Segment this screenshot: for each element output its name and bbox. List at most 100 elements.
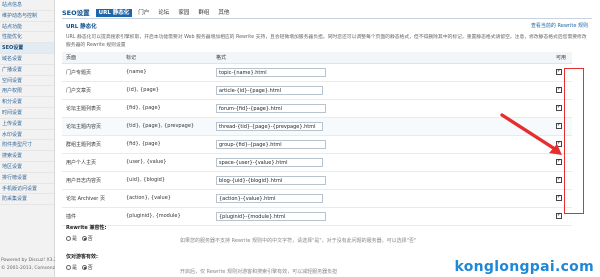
row-page: 用户日志内容页 bbox=[62, 171, 122, 190]
sidebar-item[interactable]: 水印设置 bbox=[0, 130, 54, 141]
table-row: 用户个人主页 {user}, {value} space-{user}-{value… bbox=[62, 153, 572, 172]
sidebar-item[interactable]: 搜索设置 bbox=[0, 151, 54, 162]
row-format-cell: {action}-{value}.html bbox=[212, 189, 552, 208]
format-input[interactable]: blog-{uid}-{blogid}.html bbox=[216, 175, 326, 185]
sidebar-item[interactable]: 维护动态与控制 bbox=[0, 11, 54, 22]
enable-checkbox[interactable] bbox=[556, 176, 562, 183]
sidebar-item[interactable]: 上传设置 bbox=[0, 119, 54, 130]
compat-yes-radio[interactable] bbox=[66, 236, 71, 241]
enable-checkbox[interactable] bbox=[556, 212, 562, 219]
guest-only-options: 是 否 bbox=[66, 264, 98, 271]
row-mark: {uid}, {blogid} bbox=[122, 171, 212, 190]
compat-yes-label: 是 bbox=[72, 236, 78, 242]
compat-no-radio[interactable] bbox=[81, 236, 87, 241]
notice-text: URL 静态化可以提高搜索引擎抓取，开启本功能需要对 Web 服务器增加相应的 … bbox=[66, 35, 587, 48]
row-mark: {tid}, {page}, {prevpage} bbox=[122, 117, 212, 136]
row-page: 论坛 Archiver 页 bbox=[62, 189, 122, 208]
guest-only-label: 仅对游客有效: bbox=[66, 254, 99, 260]
row-format-cell: topic-{name}.html bbox=[212, 63, 552, 82]
footer-powered-by: Powered by Discuz! X3.2 bbox=[1, 258, 55, 263]
sidebar-item[interactable]: 积分设置 bbox=[0, 97, 54, 108]
topbar: SEO设置 URL 静态化 门户 论坛 家园 群组 其他 bbox=[62, 5, 592, 19]
sidebar-item[interactable]: 时间设置 bbox=[0, 108, 54, 119]
table-header-row: 页面 标记 格式 可用 bbox=[62, 52, 572, 64]
format-input[interactable]: article-{id}-{page}.html bbox=[216, 85, 323, 95]
row-mark: {action}, {value} bbox=[122, 189, 212, 208]
col-header-page: 页面 bbox=[62, 52, 122, 64]
view-rewrite-rules-link[interactable]: 查看当前的 Rewrite 规则 bbox=[531, 22, 588, 29]
tab-1[interactable]: 门户 bbox=[135, 9, 152, 17]
sidebar-item[interactable]: 附件类型尺寸 bbox=[0, 140, 54, 152]
sidebar-item[interactable]: 域名设置 bbox=[0, 54, 54, 65]
tab-2[interactable]: 论坛 bbox=[155, 9, 172, 17]
sidebar-item[interactable]: 用户权限 bbox=[0, 86, 54, 98]
sidebar-item[interactable]: 排行榜设置 bbox=[0, 173, 54, 184]
rewrite-compat-section: Rewrite 兼容性: 是 否 bbox=[66, 224, 107, 242]
row-page: 群组主题列表页 bbox=[62, 135, 122, 154]
sidebar-item[interactable]: 广播设置 bbox=[0, 65, 54, 76]
tab-3[interactable]: 家园 bbox=[175, 9, 192, 17]
row-page: 论坛主题列表页 bbox=[62, 99, 122, 118]
guest-only-section: 仅对游客有效: 是 否 bbox=[66, 253, 98, 271]
rewrite-rules-table: 页面 标记 格式 可用 门户专题页 {name} topic-{name}.html… bbox=[62, 52, 572, 226]
format-input[interactable]: space-{user}-{value}.html bbox=[216, 157, 323, 167]
sidebar-item[interactable]: SEO设置 bbox=[0, 43, 54, 54]
row-mark: {pluginid}, {module} bbox=[122, 207, 212, 226]
sidebar-item[interactable]: 空间设置 bbox=[0, 76, 54, 87]
table-row: 群组主题列表页 {fid}, {page} group-{fid}-{page}.h… bbox=[62, 135, 572, 154]
table-row: 门户专题页 {name} topic-{name}.html bbox=[62, 63, 572, 82]
sidebar-item[interactable]: 防采集设置 bbox=[0, 194, 54, 206]
row-mark: {fid}, {page} bbox=[122, 99, 212, 118]
format-input[interactable]: group-{fid}-{page}.html bbox=[216, 139, 326, 149]
tab-4[interactable]: 群组 bbox=[195, 9, 212, 17]
row-mark: {user}, {value} bbox=[122, 153, 212, 172]
section-header: URL 静态化 查看当前的 Rewrite 规则 bbox=[62, 19, 592, 32]
format-input[interactable]: {action}-{value}.html bbox=[216, 193, 323, 203]
sidebar-item[interactable]: 性能优化 bbox=[0, 32, 54, 44]
table-row: 门户文章页 {id}, {page} article-{id}-{page}.htm… bbox=[62, 81, 572, 100]
enable-checkbox[interactable] bbox=[556, 104, 562, 111]
row-page: 用户个人主页 bbox=[62, 153, 122, 172]
enable-checkbox[interactable] bbox=[556, 86, 562, 93]
row-page: 论坛主题内容页 bbox=[62, 117, 122, 136]
row-page: 插件 bbox=[62, 207, 122, 226]
table-row: 论坛主题内容页 {tid}, {page}, {prevpage} thread-{… bbox=[62, 117, 572, 136]
tab-bar: URL 静态化 门户 论坛 家园 群组 其他 bbox=[95, 8, 236, 17]
format-input[interactable]: forum-{fid}-{page}.html bbox=[216, 103, 326, 113]
sidebar-item[interactable]: 手机版访问设置 bbox=[0, 184, 54, 195]
tab-0[interactable]: URL 静态化 bbox=[95, 8, 133, 17]
table-row: 论坛主题列表页 {fid}, {page} forum-{fid}-{page}.h… bbox=[62, 99, 572, 118]
col-header-format: 格式 bbox=[212, 52, 552, 64]
tab-5[interactable]: 其他 bbox=[215, 9, 232, 17]
enable-checkbox[interactable] bbox=[556, 68, 562, 75]
row-page: 门户文章页 bbox=[62, 81, 122, 100]
sidebar-item[interactable]: 地区设置 bbox=[0, 162, 54, 173]
enable-checkbox[interactable] bbox=[556, 194, 562, 201]
section-title: URL 静态化 bbox=[66, 23, 97, 30]
guest-no-label: 否 bbox=[87, 265, 93, 271]
row-format-cell: blog-{uid}-{blogid}.html bbox=[212, 171, 552, 190]
sidebar-item[interactable]: 站点功能 bbox=[0, 22, 54, 33]
enable-checkbox[interactable] bbox=[556, 158, 562, 165]
row-mark: {fid}, {page} bbox=[122, 135, 212, 154]
table-row: 论坛 Archiver 页 {action}, {value} {action}-{… bbox=[62, 189, 572, 208]
format-input[interactable]: topic-{name}.html bbox=[216, 67, 326, 77]
row-format-cell: {pluginid}-{module}.html bbox=[212, 207, 552, 226]
site-watermark: konglongpai.com bbox=[454, 259, 594, 275]
red-arrow-annotation bbox=[500, 113, 562, 155]
col-header-enable: 可用 bbox=[552, 52, 572, 64]
row-mark: {id}, {page} bbox=[122, 81, 212, 100]
enable-column-highlight bbox=[564, 68, 584, 214]
table-row: 用户日志内容页 {uid}, {blogid} blog-{uid}-{blogid… bbox=[62, 171, 572, 190]
col-header-mark: 标记 bbox=[122, 52, 212, 64]
guest-yes-radio[interactable] bbox=[66, 265, 71, 270]
guest-no-radio[interactable] bbox=[81, 265, 87, 270]
settings-sidebar: 站点信息 维护动态与控制 站点功能 性能优化 SEO设置 域名设置 广播设置 空间设置 用户权限… bbox=[0, 0, 55, 277]
sidebar-footer: Powered by Discuz! X3.2 © 2001-2013, Com… bbox=[0, 257, 55, 273]
sidebar-item[interactable]: 站点信息 bbox=[0, 0, 54, 11]
format-input[interactable]: thread-{tid}-{page}-{prevpage}.html bbox=[216, 121, 323, 131]
row-page: 门户专题页 bbox=[62, 63, 122, 82]
table-row: 插件 {pluginid}, {module} {pluginid}-{module… bbox=[62, 207, 572, 226]
format-input[interactable]: {pluginid}-{module}.html bbox=[216, 211, 326, 221]
rewrite-compat-help: 如果您的服务器不支持 Rewrite 规则中的中文字符，请选择"是"，对于没有此… bbox=[180, 238, 417, 244]
